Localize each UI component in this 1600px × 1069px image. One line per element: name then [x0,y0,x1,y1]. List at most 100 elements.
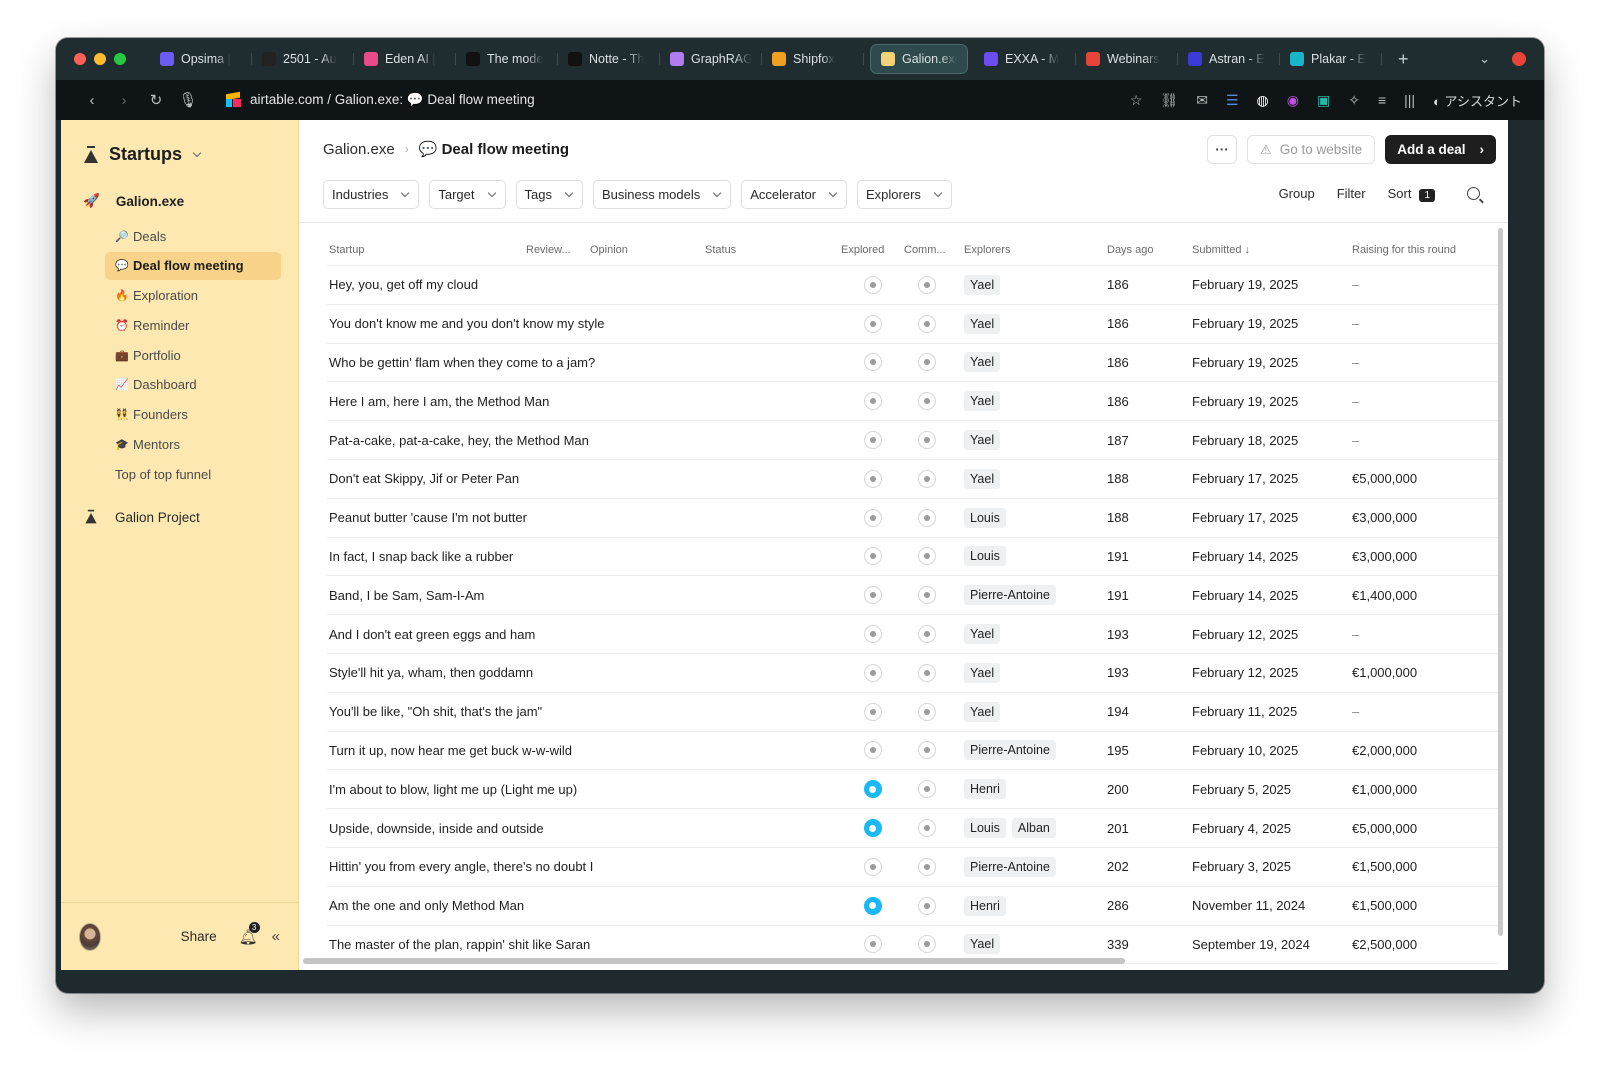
cell-startup[interactable]: Hey, you, get off my cloud [327,277,526,292]
cell-explorers[interactable]: Yael [964,430,1107,451]
table-row[interactable]: Style'll hit ya, wham, then goddamn Yael 1… [327,654,1499,693]
cell-startup[interactable]: Here I am, here I am, the Method Man [327,394,549,409]
sidebar-item[interactable]: 🎓 Mentors [105,431,281,459]
explored-toggle[interactable] [863,508,882,527]
table-row[interactable]: Turn it up, now hear me get buck w-w-wil… [327,732,1499,771]
explored-toggle[interactable] [863,586,882,605]
cell-startup[interactable]: And I don't eat green eggs and ham [327,627,535,642]
table-row[interactable]: I'm about to blow, light me up (Light me… [327,770,1499,810]
sidebar-item[interactable]: ⏰ Reminder [105,311,281,339]
cell-explorers[interactable]: Yael [964,274,1107,295]
filter-dropdown[interactable]: Accelerator [741,180,848,209]
cell-startup[interactable]: Don't eat Skippy, Jif or Peter Pan [327,471,526,486]
table-row[interactable]: Band, I be Sam, Sam-I-Am Pierre-Antoine 19… [327,576,1499,616]
cell-startup[interactable]: In fact, I snap back like a rubber [327,549,526,564]
cell-explorers[interactable]: Yael [964,313,1107,334]
cell-explorers[interactable]: Yael [964,352,1107,373]
sort-button[interactable]: Sort 1 [1388,186,1435,202]
table-row[interactable]: Pat-a-cake, pat-a-cake, hey, the Method … [327,421,1499,460]
menu-icon[interactable]: ≡ [1378,92,1386,108]
table-row[interactable]: Don't eat Skippy, Jif or Peter Pan Yael 18… [327,460,1499,499]
table-row[interactable]: Here I am, here I am, the Method Man Yael… [327,382,1499,422]
cell-explorers[interactable]: Louis Alban [964,818,1107,839]
reader-icon[interactable]: ☰ [1226,92,1239,109]
filter-dropdown[interactable]: Industries [323,180,420,209]
cell-startup[interactable]: You'll be like, "Oh shit, that's the jam… [327,704,542,719]
profile-icon[interactable] [1512,52,1526,66]
microphone-icon[interactable]: 🎙 [172,91,204,109]
filter-dropdown[interactable]: Business models [592,180,732,209]
browser-tab[interactable]: Galion.exe [870,44,968,74]
cell-explorers[interactable]: Yael [964,934,1107,955]
comm-toggle[interactable] [918,353,936,372]
table-row[interactable]: Am the one and only Method Man Henri 286 No… [327,887,1499,926]
table-row[interactable]: Hittin' you from every angle, there's no… [327,848,1499,887]
table-row[interactable]: Hey, you, get off my cloud Yael 186 Februar… [327,266,1499,305]
table-row[interactable]: You'll be like, "Oh shit, that's the jam… [327,693,1499,732]
column-header-raising[interactable]: Raising for this round [1352,244,1498,256]
column-header-status[interactable]: Status [705,244,841,256]
cell-explorers[interactable]: Pierre-Antoine [964,585,1107,606]
cell-startup[interactable]: Style'll hit ya, wham, then goddamn [327,665,533,680]
table-row[interactable]: And I don't eat green eggs and ham Yael 19… [327,615,1499,654]
comm-toggle[interactable] [918,935,936,954]
browser-tab[interactable]: Plakar - E [1280,44,1382,74]
comm-toggle[interactable] [918,469,936,488]
reload-icon[interactable]: ↻ [140,91,172,109]
column-header-review[interactable]: Review... [526,244,590,256]
comm-toggle[interactable] [918,275,936,294]
sidebar-item-project[interactable]: Galion Project [83,508,200,526]
filter-dropdown[interactable]: Target [429,180,506,209]
cell-startup[interactable]: Who be gettin' flam when they come to a … [327,355,595,370]
add-deal-button[interactable]: Add a deal › [1385,135,1496,164]
comm-toggle[interactable] [918,314,936,333]
vertical-scrollbar[interactable] [1498,228,1503,936]
table-row[interactable]: You don't know me and you don't know my … [327,305,1499,344]
explored-toggle[interactable] [863,469,882,488]
browser-tab[interactable]: The mode [456,44,558,74]
cell-explorers[interactable]: Louis [964,546,1107,567]
close-window-button[interactable] [74,53,86,65]
comm-toggle[interactable] [918,857,936,876]
explored-toggle[interactable] [863,896,882,915]
cell-startup[interactable]: Turn it up, now hear me get buck w-w-wil… [327,743,572,758]
sidebar-item[interactable]: 📈 Dashboard [105,371,281,399]
explored-toggle[interactable] [863,702,882,721]
column-header-opinion[interactable]: Opinion [590,244,705,256]
comm-toggle[interactable] [918,547,936,566]
star-icon[interactable]: ☆ [1130,92,1143,109]
search-icon[interactable] [1467,187,1480,200]
share-button[interactable]: Share [181,929,217,944]
cell-startup[interactable]: The master of the plan, rappin' shit lik… [327,937,590,952]
column-header-comm[interactable]: Comm... [904,244,964,256]
browser-tab[interactable]: Notte - Th [558,44,660,74]
cell-explorers[interactable]: Yael [964,391,1107,412]
sidebar-item[interactable]: 🔥 Exploration [105,282,281,310]
cell-explorers[interactable]: Henri [964,895,1107,916]
comm-toggle[interactable] [918,702,936,721]
comm-toggle[interactable] [918,431,936,450]
workspace-item[interactable]: 🚀 Galion.exe [83,193,184,209]
sidebar-item[interactable]: 💼 Portfolio [105,341,281,369]
cell-explorers[interactable]: Pierre-Antoine [964,856,1107,877]
explored-toggle[interactable] [863,314,882,333]
sidebar-item[interactable]: Top of top funnel [105,460,281,488]
explored-toggle[interactable] [863,275,882,294]
cell-explorers[interactable]: Pierre-Antoine [964,740,1107,761]
table-row[interactable]: Who be gettin' flam when they come to a … [327,344,1499,383]
browser-tab[interactable]: Opsima | [150,44,252,74]
column-header-days[interactable]: Days ago [1107,244,1192,256]
bell-icon[interactable]: 🔔︎ 3 [239,921,260,946]
avatar[interactable] [79,922,101,951]
browser-tab[interactable]: GraphRAG [660,44,762,74]
comm-toggle[interactable] [918,741,936,760]
filter-dropdown[interactable]: Tags [515,180,583,209]
breadcrumb-root[interactable]: Galion.exe [323,141,395,158]
cell-startup[interactable]: Peanut butter 'cause I'm not butter [327,510,527,525]
column-header-startup[interactable]: Startup [327,244,526,256]
sidebar-item[interactable]: 🔎 Deals [105,222,281,250]
cell-startup[interactable]: I'm about to blow, light me up (Light me… [327,782,577,797]
table-row[interactable]: Peanut butter 'cause I'm not butter Louis… [327,499,1499,538]
comm-toggle[interactable] [918,663,936,682]
extension-teal-icon[interactable]: ▣ [1317,92,1330,109]
